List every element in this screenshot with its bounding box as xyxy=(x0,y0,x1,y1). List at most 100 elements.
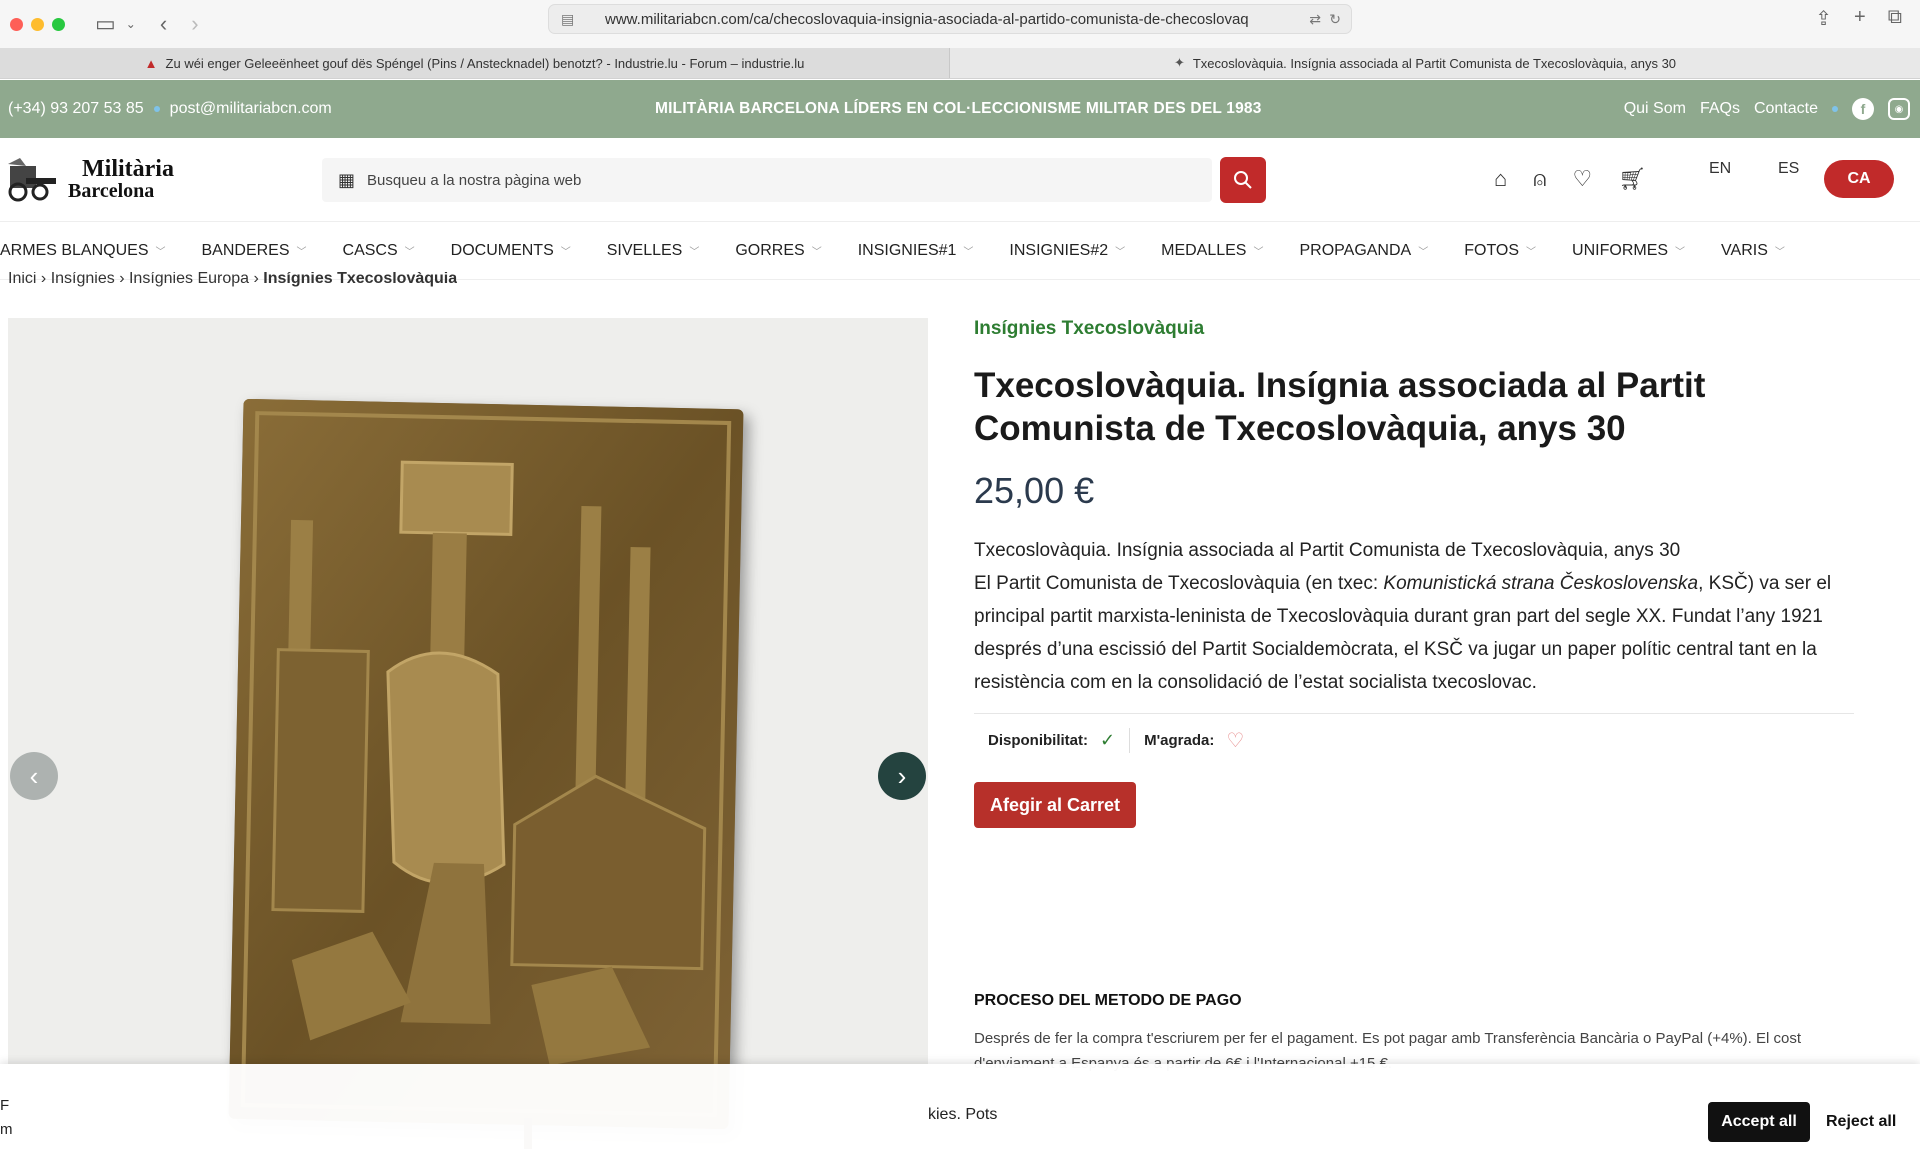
tab-overview-icon[interactable]: ⧉ xyxy=(1888,6,1902,31)
add-to-cart-button[interactable]: Afegir al Carret xyxy=(974,782,1136,828)
link-faqs[interactable]: FAQs xyxy=(1700,100,1740,118)
breadcrumb-insignies[interactable]: Insígnies xyxy=(51,272,115,287)
product-image[interactable] xyxy=(228,398,744,1130)
breadcrumb-inici[interactable]: Inici xyxy=(8,272,36,287)
cookie-text-fragment: m xyxy=(0,1121,13,1138)
description-paragraph: El Partit Comunista de Txecoslovàquia (e… xyxy=(974,567,1894,699)
availability: Disponibilitat: ✓ xyxy=(974,730,1129,751)
nav-medalles[interactable]: MEDALLES ﹀ xyxy=(1161,242,1263,260)
chevron-down-icon: ﹀ xyxy=(1675,247,1686,258)
back-button[interactable]: ‹ xyxy=(160,13,167,35)
url-text: www.militariabcn.com/ca/checoslovaquia-i… xyxy=(605,10,1249,28)
nav-banderes[interactable]: BANDERES ﹀ xyxy=(201,242,306,260)
nav-fotos[interactable]: FOTOS ﹀ xyxy=(1464,242,1536,260)
chevron-down-icon: ﹀ xyxy=(689,247,700,258)
accept-all-button[interactable]: Accept all xyxy=(1708,1102,1810,1142)
nav-label: PROPAGANDA xyxy=(1299,241,1412,259)
nav-insignies-1[interactable]: INSIGNIES#1 ﹀ xyxy=(858,242,974,260)
new-tab-icon[interactable]: + xyxy=(1854,6,1866,31)
store-icon[interactable]: ⌂ xyxy=(1494,166,1507,192)
cookie-text-left-fragment: F m xyxy=(0,1094,13,1142)
reload-icon[interactable]: ↻ xyxy=(1329,11,1341,28)
logo-line1: Militària xyxy=(82,155,174,182)
forward-button[interactable]: › xyxy=(191,13,198,35)
close-window-button[interactable] xyxy=(10,17,23,31)
product-title: Txecoslovàquia. Insígnia associada al Pa… xyxy=(974,366,1706,448)
page-settings-icon[interactable]: ▤ xyxy=(561,11,574,28)
gallery-prev-button[interactable]: ‹ xyxy=(10,752,58,800)
check-icon: ✓ xyxy=(1100,729,1116,750)
chevron-down-icon: ﹀ xyxy=(1418,247,1429,258)
search-icon xyxy=(1234,171,1252,189)
nav-uniformes[interactable]: UNIFORMES ﹀ xyxy=(1572,242,1685,260)
nav-cascs[interactable]: CASCS ﹀ xyxy=(343,242,415,260)
slogan: MILITÀRIA BARCELONA LÍDERS EN COL·LECCIO… xyxy=(655,100,1262,117)
site-logo[interactable]: Militària Barcelona xyxy=(6,155,174,202)
email-link[interactable]: post@militariabcn.com xyxy=(170,100,332,118)
phone-link[interactable]: (+34) 93 207 53 85 xyxy=(8,100,144,118)
tab-militaria-product[interactable]: ✦ Txecoslovàquia. Insígnia associada al … xyxy=(950,48,1900,78)
site-logo-icon: ✦ xyxy=(1173,55,1185,70)
chevron-down-icon: ﹀ xyxy=(963,247,974,258)
heart-icon[interactable]: ♡ xyxy=(1573,166,1593,192)
nav-documents[interactable]: DOCUMENTS ﹀ xyxy=(451,242,571,260)
like-label: M'agrada: xyxy=(1144,731,1215,749)
link-qui-som[interactable]: Qui Som xyxy=(1624,100,1686,118)
site-header: Militària Barcelona ▦ Busqueu a la nostr… xyxy=(0,138,1920,222)
lang-es[interactable]: ES xyxy=(1778,160,1799,178)
description-line: Txecoslovàquia. Insígnia associada al Pa… xyxy=(974,540,1681,561)
sidebar-toggle-icon[interactable]: ▭ xyxy=(95,13,116,35)
product-price: 25,00 € xyxy=(974,470,1095,511)
product-category-link[interactable]: Insígnies Txecoslovàquia xyxy=(974,318,1894,340)
search-button[interactable] xyxy=(1220,157,1266,203)
product-meta: Disponibilitat: ✓ M'agrada: ♡ xyxy=(974,714,1894,766)
translate-icon[interactable]: ⇄ xyxy=(1309,11,1321,28)
product-description: Txecoslovàquia. Insígnia associada al Pa… xyxy=(974,534,1894,699)
nav-gorres[interactable]: GORRES ﹀ xyxy=(735,242,821,260)
separator-dot xyxy=(1832,106,1838,112)
description-italic: Komunistická strana Československa xyxy=(1383,573,1699,594)
instagram-icon[interactable]: ◉ xyxy=(1888,98,1910,120)
search-placeholder: Busqueu a la nostra pàgina web xyxy=(367,171,582,189)
nav-label: GORRES xyxy=(735,241,805,259)
chevron-down-icon[interactable]: ⌄ xyxy=(126,18,136,30)
cart-icon[interactable]: 🛒︎ xyxy=(1618,166,1646,192)
nav-label: DOCUMENTS xyxy=(450,241,554,259)
lang-ca[interactable]: CA xyxy=(1824,160,1894,198)
share-icon[interactable]: ⇪ xyxy=(1815,6,1832,31)
lang-en[interactable]: EN xyxy=(1709,160,1731,178)
window-controls xyxy=(10,17,65,31)
chevron-down-icon: ﹀ xyxy=(811,247,822,258)
user-icon[interactable]: ⍝ xyxy=(1533,166,1546,192)
like: M'agrada: ♡ xyxy=(1129,727,1258,753)
payment-title: PROCESO DEL METODO DE PAGO xyxy=(974,992,1242,1009)
chevron-down-icon: ﹀ xyxy=(1526,247,1537,258)
qr-code-icon[interactable]: ▦ xyxy=(338,170,355,191)
tab-industrie-forum[interactable]: ▲ Zu wéi enger Geleeënheet gouf dës Spén… xyxy=(0,48,950,78)
breadcrumb-insignies-europa[interactable]: Insígnies Europa xyxy=(129,272,249,287)
nav-sivelles[interactable]: SIVELLES ﹀ xyxy=(607,242,700,260)
browser-toolbar: ▭ ⌄ ‹ › ▤ www.militariabcn.com/ca/checos… xyxy=(0,0,1920,48)
nav-label: CASCS xyxy=(342,241,398,259)
cookie-banner: F m kies. Pots Accept all Reject all xyxy=(0,1064,1920,1149)
zoom-window-button[interactable] xyxy=(52,17,65,31)
nav-label: ARMES BLANQUES xyxy=(0,241,149,259)
gallery-next-button[interactable]: › xyxy=(878,752,926,800)
cookie-text-fragment: kies. Pots xyxy=(928,1106,998,1123)
breadcrumb-separator: › xyxy=(40,272,51,287)
minimize-window-button[interactable] xyxy=(31,17,44,31)
cookie-text-fragment: F xyxy=(0,1097,10,1114)
nav-label: UNIFORMES xyxy=(1572,241,1669,259)
link-contacte[interactable]: Contacte xyxy=(1754,100,1818,118)
top-info-bar: (+34) 93 207 53 85 post@militariabcn.com… xyxy=(0,80,1920,138)
nav-armes-blanques[interactable]: ARMES BLANQUES ﹀ xyxy=(0,242,165,260)
search-input[interactable]: ▦ Busqueu a la nostra pàgina web xyxy=(322,158,1212,202)
nav-insignies-2[interactable]: INSIGNIES#2 ﹀ xyxy=(1009,242,1125,260)
facebook-icon[interactable]: f xyxy=(1852,98,1874,120)
nav-label: BANDERES xyxy=(201,241,290,259)
nav-propaganda[interactable]: PROPAGANDA ﹀ xyxy=(1299,242,1428,260)
heart-icon[interactable]: ♡ xyxy=(1226,728,1244,753)
reject-all-button[interactable]: Reject all xyxy=(1826,1102,1896,1142)
nav-varis[interactable]: VARIS ﹀ xyxy=(1721,242,1785,260)
address-bar[interactable]: ▤ www.militariabcn.com/ca/checoslovaquia… xyxy=(548,4,1352,34)
